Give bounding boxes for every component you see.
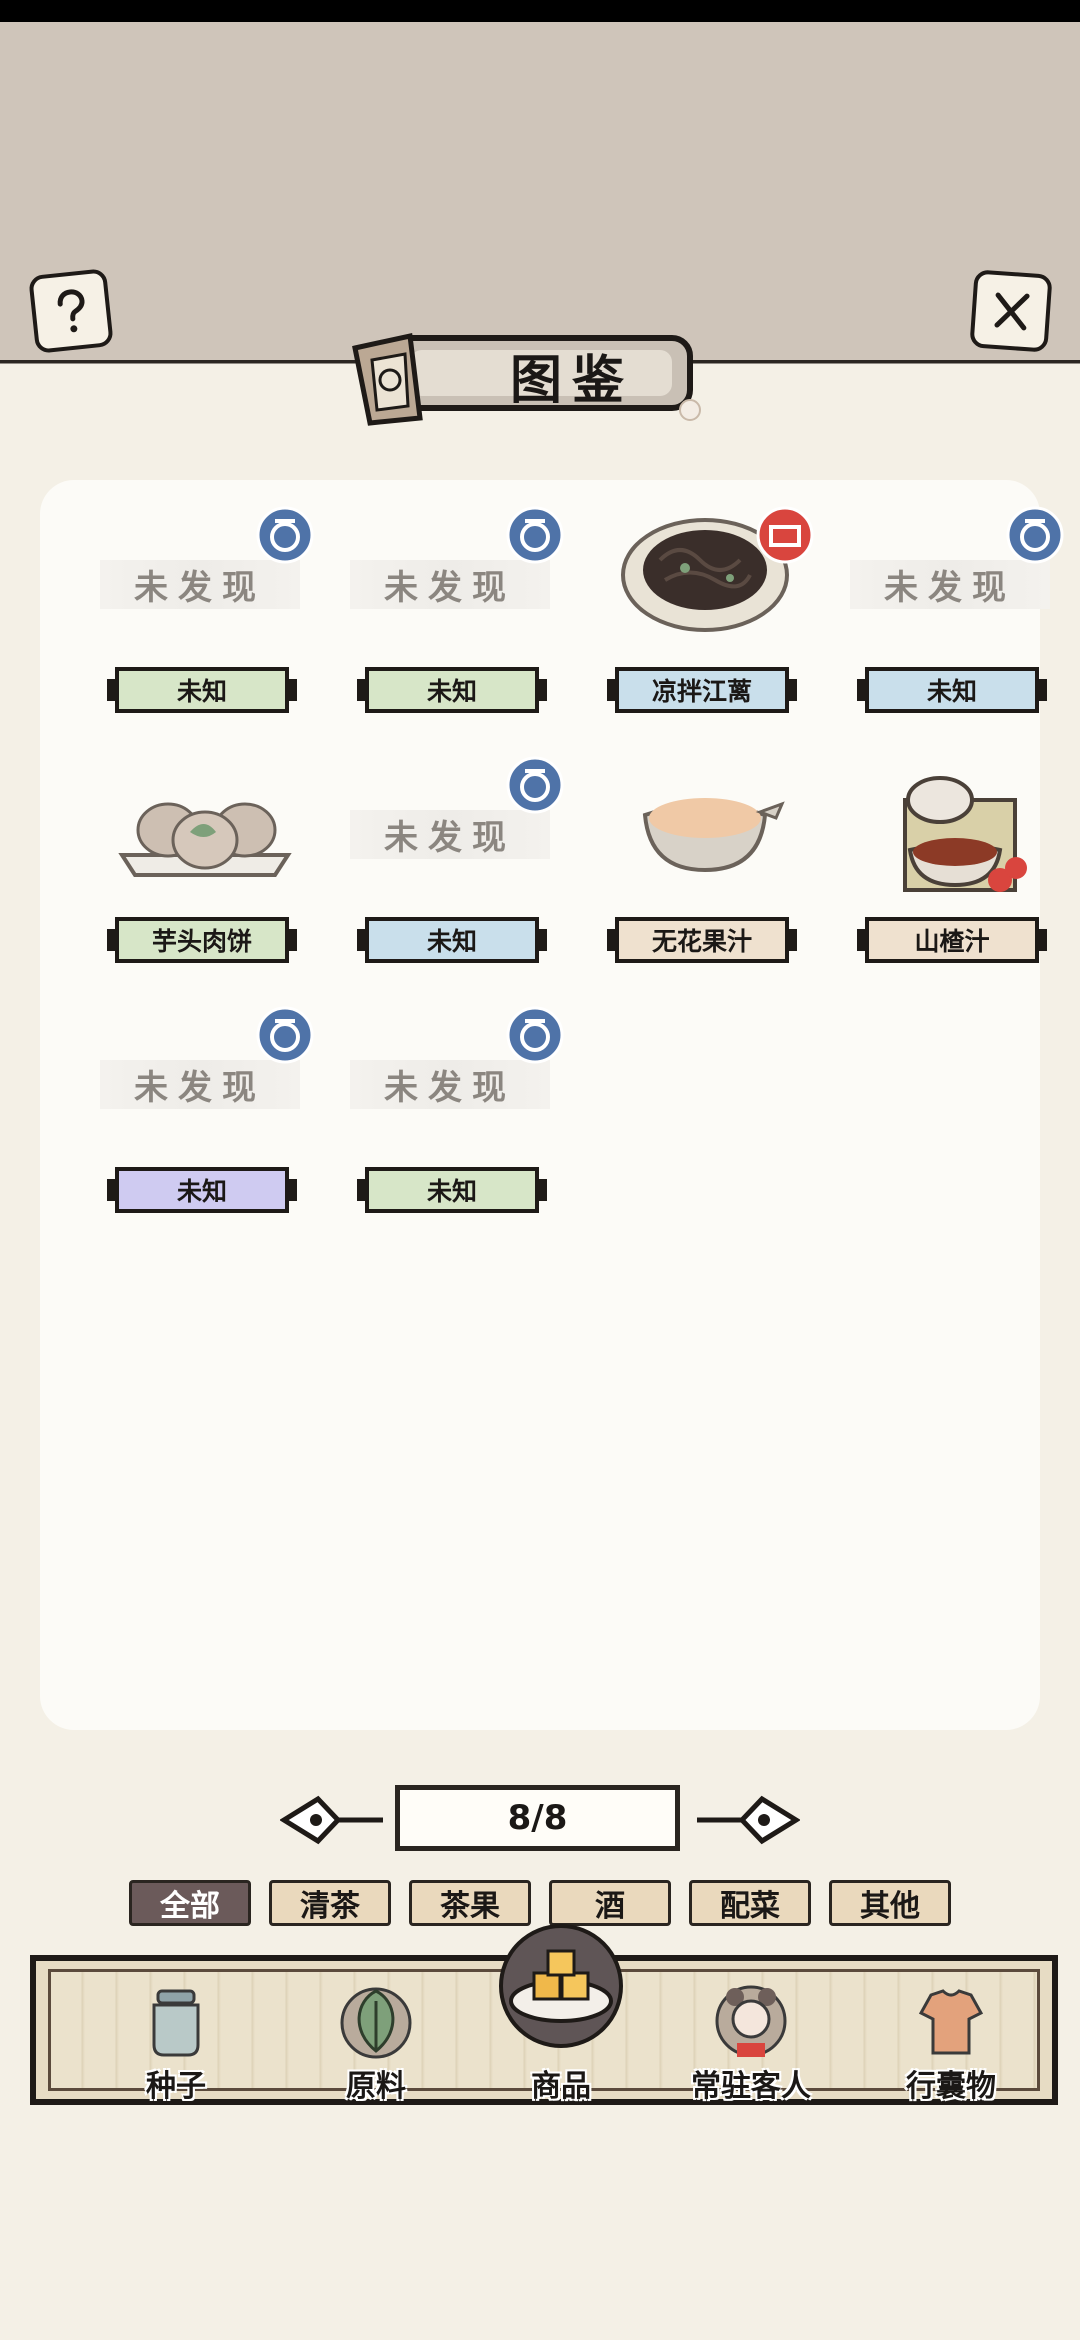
undiscovered-text: 未发现: [100, 560, 300, 609]
collection-item[interactable]: 未发现 未知: [330, 740, 580, 990]
next-page-arrow-icon[interactable]: [695, 1793, 800, 1848]
clothes-icon: [918, 1989, 984, 2055]
item-label: 无花果汁: [607, 917, 797, 963]
new-badge-icon: [756, 506, 814, 564]
collection-grid: 未发现 未知 未发现 未知 凉拌江蓠 未发现 未知 芋头肉饼 未发现 未知 无花…: [40, 480, 1064, 1730]
tab-other[interactable]: 其他: [829, 1880, 951, 1926]
collection-item[interactable]: 未发现 未知: [80, 490, 330, 740]
item-label: 未知: [107, 667, 297, 713]
tab-all[interactable]: 全部: [129, 1880, 251, 1926]
seed-jar-icon: [152, 1989, 200, 2057]
tab-tea-snacks[interactable]: 茶果: [409, 1880, 531, 1926]
item-label: 山楂汁: [857, 917, 1047, 963]
plate-badge-icon: [506, 1006, 564, 1064]
collection-item[interactable]: 芋头肉饼: [80, 740, 330, 990]
item-label: 未知: [357, 1167, 547, 1213]
nav-ingredients[interactable]: 原料: [301, 1961, 451, 2111]
nav-luggage-label: 行囊物: [906, 2069, 996, 2104]
collection-item[interactable]: 山楂汁: [830, 740, 1080, 990]
status-bar: [0, 0, 1080, 22]
nav-regular-guests-label: 常驻客人: [691, 2069, 811, 2104]
collection-item[interactable]: 未发现 未知: [80, 990, 330, 1240]
page-indicator: 8/8: [395, 1785, 680, 1851]
item-label: 未知: [357, 667, 547, 713]
tab-side-dishes[interactable]: 配菜: [689, 1880, 811, 1926]
collection-item[interactable]: 未发现 未知: [330, 990, 580, 1240]
bottom-nav: 种子 原料 商品 常驻客人 行囊物: [30, 1924, 1058, 2105]
undiscovered-text: 未发现: [350, 560, 550, 609]
item-label: 芋头肉饼: [107, 917, 297, 963]
prev-page-arrow-icon[interactable]: [280, 1793, 385, 1848]
close-icon: [994, 292, 1030, 331]
page-title: 图鉴: [510, 350, 635, 411]
undiscovered-text: 未发现: [350, 1060, 550, 1109]
plate-badge-icon: [506, 506, 564, 564]
collection-item[interactable]: 无花果汁: [580, 740, 830, 990]
plate-badge-icon: [256, 1006, 314, 1064]
item-label: 未知: [107, 1167, 297, 1213]
item-label: 凉拌江蓠: [607, 667, 797, 713]
girl-avatar-icon: [715, 1985, 787, 2057]
tab-wine[interactable]: 酒: [549, 1880, 671, 1926]
nav-goods[interactable]: 商品: [486, 1924, 636, 2111]
undiscovered-text: 未发现: [100, 1060, 300, 1109]
nav-ingredients-label: 原料: [346, 2069, 406, 2104]
nav-seeds-label: 种子: [146, 2069, 206, 2104]
plate-badge-icon: [256, 506, 314, 564]
nav-seeds[interactable]: 种子: [101, 1961, 251, 2111]
close-button[interactable]: [969, 269, 1053, 353]
fig-juice-icon: [642, 798, 785, 873]
plate-badge-icon: [1006, 506, 1064, 564]
tab-clear-tea[interactable]: 清茶: [269, 1880, 391, 1926]
undiscovered-text: 未发现: [350, 810, 550, 859]
hawthorn-juice-icon: [903, 776, 1027, 892]
nav-regular-guests[interactable]: 常驻客人: [676, 1961, 826, 2111]
plate-badge-icon: [506, 756, 564, 814]
nav-goods-label: 商品: [531, 2069, 591, 2104]
item-label: 未知: [857, 667, 1047, 713]
header-backdrop: [0, 22, 1080, 367]
page-title-plate: 图鉴: [350, 318, 705, 426]
collection-item[interactable]: 未发现 未知: [330, 490, 580, 740]
help-button[interactable]: [28, 268, 114, 354]
pager: 8/8: [280, 1785, 800, 1855]
item-label: 未知: [357, 917, 547, 963]
collection-item[interactable]: 未发现 未知: [830, 490, 1080, 740]
nav-luggage[interactable]: 行囊物: [876, 1961, 1026, 2111]
undiscovered-text: 未发现: [850, 560, 1050, 609]
tea-leaf-icon: [340, 1987, 412, 2059]
taro-cakes-icon: [118, 802, 292, 877]
collection-item[interactable]: 凉拌江蓠: [580, 490, 830, 740]
goods-plate-icon: [499, 1924, 623, 2048]
question-icon: [57, 289, 85, 333]
